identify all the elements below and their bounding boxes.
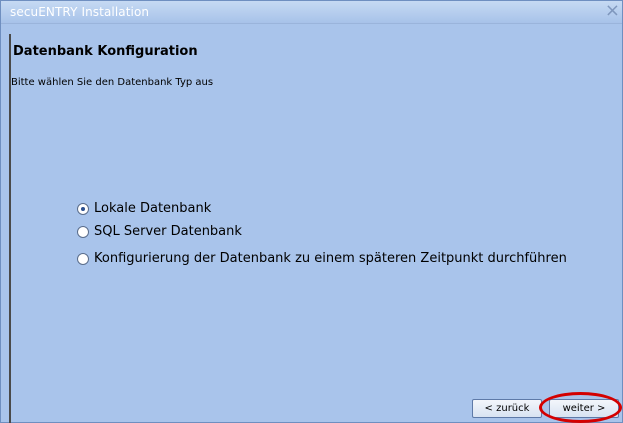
close-icon[interactable]: × [605, 0, 620, 22]
back-button[interactable]: < zurück [472, 399, 542, 418]
window-title: secuENTRY Installation [10, 5, 150, 19]
title-bar: secuENTRY Installation × [1, 0, 622, 24]
page-title: Datenbank Konfiguration [13, 44, 198, 59]
radio-local-database[interactable] [77, 202, 89, 215]
next-button[interactable]: weiter > [549, 399, 619, 418]
left-border [9, 34, 11, 423]
option-sql-server-database[interactable]: SQL Server Datenbank [77, 224, 242, 239]
option-label: Lokale Datenbank [94, 201, 212, 216]
radio-configure-later[interactable] [77, 252, 89, 265]
installer-window: secuENTRY Installation × Datenbank Konfi… [0, 0, 623, 423]
page-subtitle: Bitte wählen Sie den Datenbank Typ aus [11, 77, 214, 88]
radio-sql-server-database[interactable] [77, 225, 89, 238]
option-configure-later[interactable]: Konfigurierung der Datenbank zu einem sp… [77, 251, 567, 266]
option-local-database[interactable]: Lokale Datenbank [77, 201, 211, 216]
option-label: Konfigurierung der Datenbank zu einem sp… [94, 251, 567, 266]
option-label: SQL Server Datenbank [94, 224, 242, 239]
